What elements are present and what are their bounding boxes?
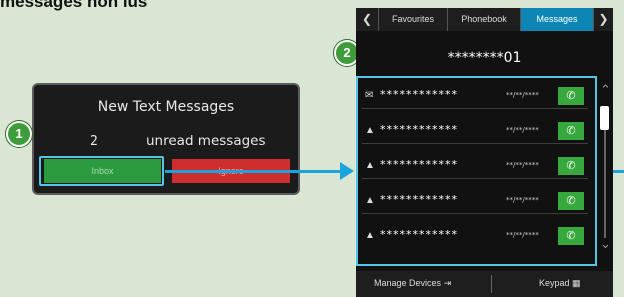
opened-envelope-icon: ▲ [365, 160, 375, 171]
keypad-button[interactable]: Keypad ▦ [539, 278, 581, 289]
message-date: **/**/**** [506, 91, 539, 99]
tab-phonebook[interactable]: Phonebook [448, 8, 521, 31]
phone-icon[interactable]: ✆ [558, 192, 584, 210]
phone-icon[interactable]: ✆ [558, 122, 584, 140]
phone-icon[interactable]: ✆ [558, 227, 584, 245]
bottom-bar: Manage Devices ⇥ Keypad ▦ [356, 271, 613, 297]
scrollbar-thumb[interactable] [600, 106, 609, 130]
message-sender: ************ [380, 228, 458, 241]
manage-devices-label: Manage Devices [374, 278, 442, 288]
divider [491, 275, 492, 293]
opened-envelope-icon: ▲ [365, 230, 375, 241]
arrow-right-icon [340, 162, 354, 180]
opened-envelope-icon: ▲ [365, 195, 375, 206]
scroll-up-icon[interactable]: ⌃ [600, 82, 611, 98]
tab-favourites[interactable]: Favourites [379, 8, 448, 31]
message-sender: ************ [380, 88, 458, 101]
envelope-icon: ✉ [365, 90, 374, 101]
step-badge-1: 1 [6, 121, 32, 147]
message-row[interactable]: ▲ ************ **/**/**** ✆ [362, 224, 588, 248]
keypad-icon: ▦ [572, 278, 581, 288]
message-date: **/**/**** [506, 126, 539, 134]
arrow-line [165, 170, 341, 173]
phone-icon[interactable]: ✆ [558, 87, 584, 105]
message-date: **/**/**** [506, 161, 539, 169]
message-sender: ************ [380, 193, 458, 206]
chevron-right-icon[interactable]: ❯ [594, 8, 613, 31]
phone-screen: ❮ Favourites Phonebook Messages ❯ ******… [356, 8, 613, 297]
contact-number: ********01 [447, 50, 522, 66]
popup-title: New Text Messages [97, 99, 235, 115]
tab-bar: ❮ Favourites Phonebook Messages ❯ [356, 8, 613, 31]
phone-icon[interactable]: ✆ [558, 157, 584, 175]
message-sender: ************ [380, 123, 458, 136]
section-heading: messages non lus [0, 0, 148, 11]
message-row[interactable]: ▲ ************ **/**/**** ✆ [362, 119, 588, 144]
chevron-left-icon[interactable]: ❮ [356, 8, 379, 31]
keypad-label: Keypad [539, 278, 570, 288]
scroll-down-icon[interactable]: ⌄ [600, 236, 611, 252]
message-row[interactable]: ✉ ************ **/**/**** ✆ [362, 84, 588, 109]
unread-label: unread messages [146, 133, 266, 149]
tab-messages[interactable]: Messages [521, 8, 594, 31]
message-sender: ************ [380, 158, 458, 171]
opened-envelope-icon: ▲ [365, 125, 375, 136]
message-date: **/**/**** [506, 231, 539, 239]
message-row[interactable]: ▲ ************ **/**/**** ✆ [362, 189, 588, 214]
message-date: **/**/**** [506, 196, 539, 204]
device-icon: ⇥ [443, 278, 452, 288]
inbox-highlight-frame [39, 156, 164, 186]
unread-count: 2 [90, 134, 98, 149]
message-row[interactable]: ▲ ************ **/**/**** ✆ [362, 154, 588, 179]
manage-devices-button[interactable]: Manage Devices ⇥ [374, 278, 451, 289]
